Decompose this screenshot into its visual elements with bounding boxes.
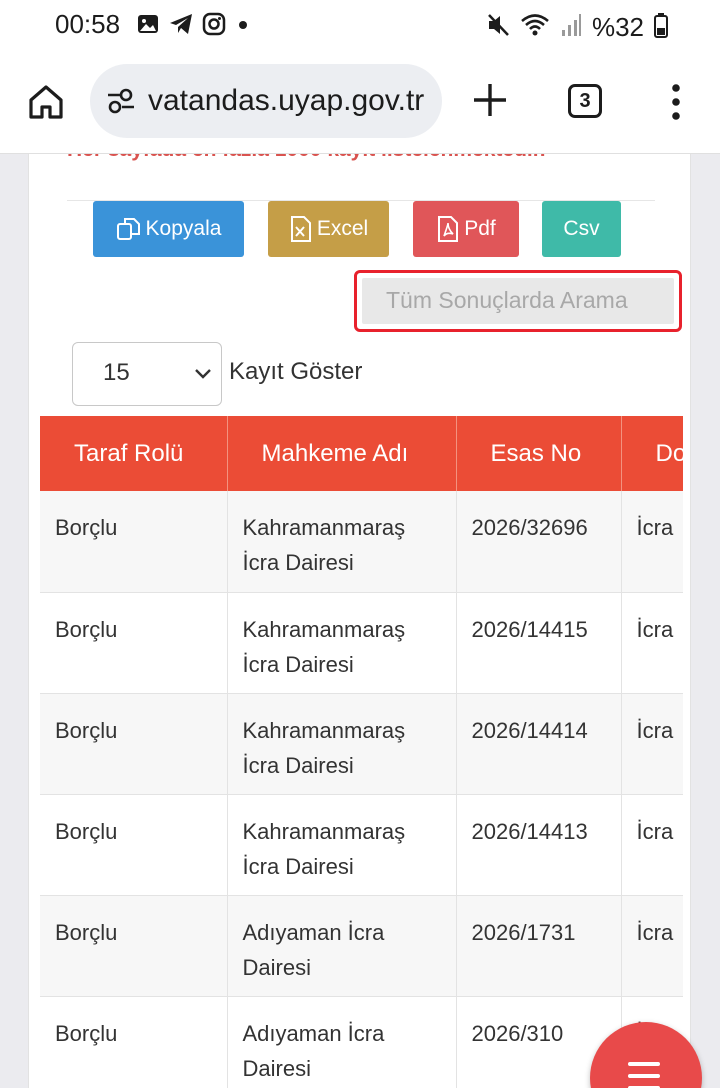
- instagram-icon: [202, 12, 226, 36]
- cell-role: Borçlu: [40, 794, 228, 896]
- cell-court: Kahramanmaraş İcra Dairesi: [227, 592, 457, 694]
- more-vert-icon: [672, 84, 680, 120]
- cell-court: Kahramanmaraş İcra Dairesi: [227, 491, 457, 593]
- system-icons: %32: [486, 12, 668, 43]
- tab-switcher-button[interactable]: 3: [568, 84, 602, 118]
- dot-icon: [234, 12, 252, 36]
- cell-case-no: 2026/1731: [456, 895, 622, 997]
- table-row: Borçlu Kahramanmaraş İcra Dairesi 2026/1…: [40, 693, 683, 795]
- table-row: Borçlu Kahramanmaraş İcra Dairesi 2026/3…: [40, 491, 683, 593]
- page-size-select[interactable]: 15: [72, 342, 222, 406]
- cell-court: Adıyaman İcra Dairesi: [227, 895, 457, 997]
- excel-file-icon: [290, 216, 311, 242]
- battery-icon: [654, 12, 668, 43]
- pdf-button[interactable]: Pdf: [413, 201, 519, 257]
- excel-label: Excel: [316, 217, 369, 240]
- cell-case-no: 2026/14414: [456, 693, 622, 795]
- cell-type: İcra: [621, 491, 683, 593]
- chevron-down-icon: [195, 369, 211, 379]
- copy-label: Kopyala: [145, 217, 222, 240]
- cell-type: İcra: [621, 592, 683, 694]
- home-icon: [29, 85, 63, 119]
- new-tab-button[interactable]: [470, 80, 510, 120]
- status-time: 00:58: [55, 9, 121, 39]
- page-size-label: Kayıt Göster: [229, 358, 363, 385]
- table-header-row: Taraf Rolü Mahkeme Adı Esas No Dosya Tür…: [40, 416, 683, 491]
- header-esas-no[interactable]: Esas No: [456, 416, 622, 491]
- telegram-icon: [168, 12, 194, 36]
- csv-label: Csv: [563, 217, 600, 240]
- battery-percent: %32: [591, 12, 644, 42]
- header-mahkeme-adi[interactable]: Mahkeme Adı: [227, 416, 457, 491]
- search-input[interactable]: Tüm Sonuçlarda Arama: [362, 278, 674, 324]
- copy-icon: [116, 218, 140, 240]
- plus-icon: [474, 84, 506, 116]
- table-row: Borçlu Adıyaman İcra Dairesi 2026/1731 İ…: [40, 895, 683, 997]
- notification-icons: [136, 12, 252, 36]
- cell-court: Kahramanmaraş İcra Dairesi: [227, 693, 457, 795]
- results-table-wrapper[interactable]: Taraf Rolü Mahkeme Adı Esas No Dosya Tür…: [40, 416, 683, 1088]
- pdf-file-icon: [438, 216, 459, 242]
- page-size-value: 15: [103, 359, 130, 386]
- cell-role: Borçlu: [40, 693, 228, 795]
- copy-button[interactable]: Kopyala: [93, 201, 244, 257]
- site-settings-icon[interactable]: [106, 87, 136, 120]
- cell-case-no: 2026/14415: [456, 592, 622, 694]
- home-button[interactable]: [26, 82, 66, 122]
- cell-case-no: 2026/14413: [456, 794, 622, 896]
- cell-case-no: 2026/32696: [456, 491, 622, 593]
- cell-role: Borçlu: [40, 491, 228, 593]
- browser-menu-button[interactable]: [668, 82, 684, 122]
- table-row: Borçlu Kahramanmaraş İcra Dairesi 2026/1…: [40, 794, 683, 896]
- results-table: Taraf Rolü Mahkeme Adı Esas No Dosya Tür…: [40, 416, 683, 1088]
- table-row: Borçlu Kahramanmaraş İcra Dairesi 2026/1…: [40, 592, 683, 694]
- cell-type: İcra: [621, 693, 683, 795]
- pdf-label: Pdf: [464, 217, 496, 240]
- table-row: Borçlu Adıyaman İcra Dairesi 2026/310 İc…: [40, 996, 683, 1088]
- gallery-icon: [136, 12, 160, 36]
- wifi-icon: [520, 12, 550, 43]
- cell-court: Adıyaman İcra Dairesi: [227, 996, 457, 1088]
- cell-role: Borçlu: [40, 895, 228, 997]
- mute-icon: [486, 12, 510, 43]
- header-taraf-rolu[interactable]: Taraf Rolü: [40, 416, 228, 491]
- cell-type: İcra: [621, 895, 683, 997]
- status-bar: 00:58 %32: [0, 0, 720, 52]
- excel-button[interactable]: Excel: [268, 201, 389, 257]
- address-bar[interactable]: vatandas.uyap.gov.tr: [90, 64, 442, 138]
- cell-court: Kahramanmaraş İcra Dairesi: [227, 794, 457, 896]
- menu-icon: [628, 1062, 660, 1088]
- cell-role: Borçlu: [40, 996, 228, 1088]
- header-dosya-turu[interactable]: Dosya Türü: [621, 416, 683, 491]
- cell-role: Borçlu: [40, 592, 228, 694]
- url-text[interactable]: vatandas.uyap.gov.tr: [148, 84, 430, 118]
- record-limit-notice: Her sayfada en fazla 1000 kayıt listelen…: [67, 154, 546, 162]
- results-card: Her sayfada en fazla 1000 kayıt listelen…: [28, 154, 691, 1088]
- search-field-wrapper: Tüm Sonuçlarda Arama: [354, 270, 682, 332]
- browser-toolbar: vatandas.uyap.gov.tr 3: [0, 52, 720, 154]
- signal-icon: [560, 12, 582, 43]
- csv-button[interactable]: Csv: [542, 201, 621, 257]
- cell-type: İcra: [621, 794, 683, 896]
